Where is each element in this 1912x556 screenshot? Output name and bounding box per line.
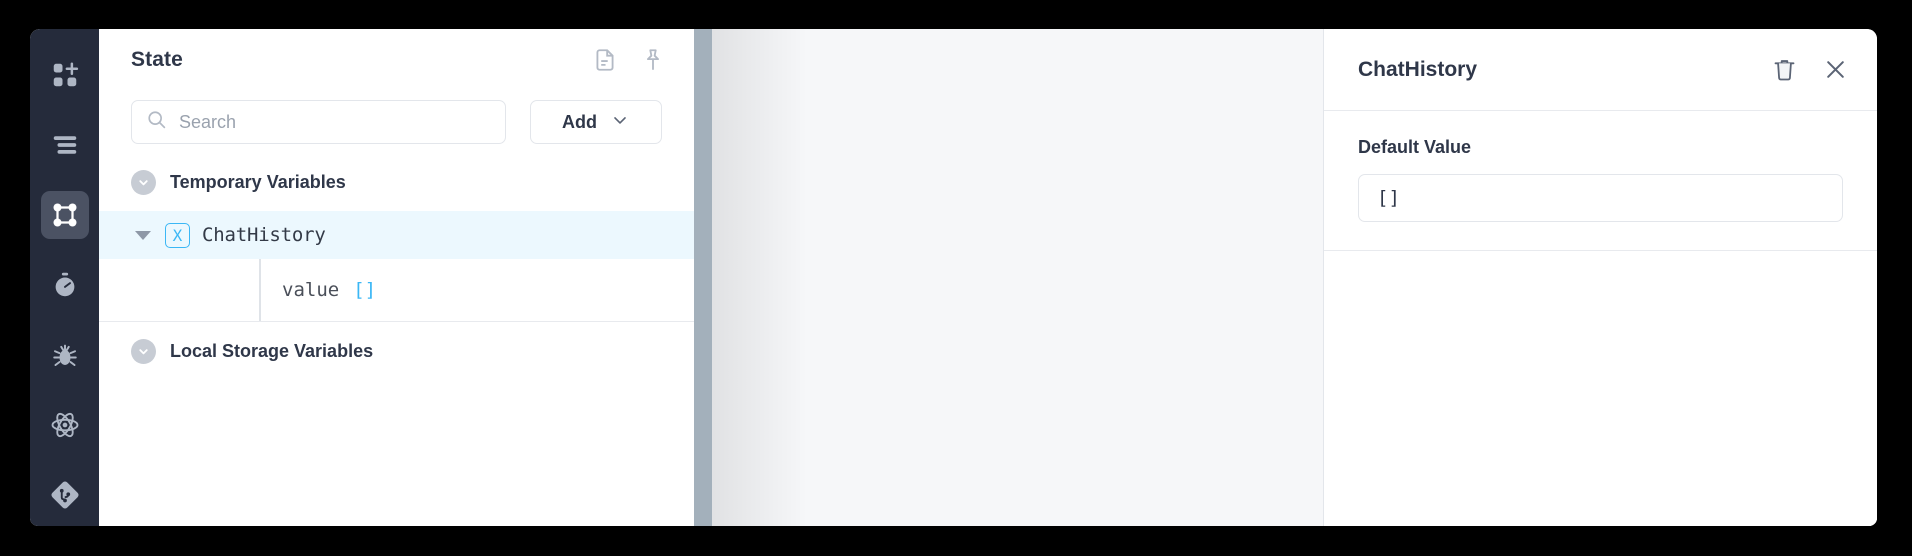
state-panel-header-actions <box>592 47 666 73</box>
chevron-down-icon <box>610 110 630 135</box>
property-value: [] <box>353 279 377 301</box>
inspector-title: ChatHistory <box>1358 57 1478 81</box>
variable-properties: value [] <box>99 259 694 321</box>
inspector-body <box>1324 251 1877 526</box>
rail-item-pages[interactable] <box>41 121 89 169</box>
search-placeholder: Search <box>179 111 237 132</box>
state-panel-toolbar: Search Add <box>99 91 694 153</box>
inspector-actions <box>1771 56 1849 83</box>
inspector-header: ChatHistory <box>1324 29 1877 111</box>
add-button-label: Add <box>562 111 597 132</box>
tree-group-local-storage-variables[interactable]: Local Storage Variables <box>99 322 694 380</box>
list-icon <box>50 130 80 160</box>
bug-icon <box>50 340 80 370</box>
rail-item-add-component[interactable] <box>41 51 89 99</box>
document-icon[interactable] <box>592 47 618 73</box>
variable-type-badge: X <box>165 222 190 248</box>
canvas-edge-shadow <box>712 29 807 526</box>
default-value-text: [] <box>1377 187 1400 209</box>
tree-guide-line <box>259 259 261 321</box>
tree-group-temporary-variables[interactable]: Temporary Variables <box>99 153 694 211</box>
add-variable-button[interactable]: Add <box>530 100 662 144</box>
trash-icon[interactable] <box>1771 56 1798 83</box>
left-icon-rail <box>30 29 99 526</box>
scrollbar-thumb[interactable] <box>694 29 712 526</box>
tree-group-label: Temporary Variables <box>170 171 346 192</box>
state-graph-icon <box>50 200 80 230</box>
default-value-input[interactable]: [] <box>1358 174 1843 222</box>
git-icon <box>50 480 80 510</box>
tree-group-label: Local Storage Variables <box>170 340 374 361</box>
panel-scrollbar[interactable] <box>694 29 712 526</box>
chevron-down-circle-icon <box>131 169 156 195</box>
state-panel-header: State <box>99 29 694 91</box>
inspector-field-default-value: Default Value [] <box>1324 111 1877 251</box>
state-panel: State Search Add Temporary Variables X C… <box>99 29 694 526</box>
atom-icon <box>50 410 80 440</box>
caret-down-icon[interactable] <box>135 230 151 240</box>
close-icon[interactable] <box>1822 56 1849 83</box>
chevron-down-circle-icon <box>131 338 156 364</box>
rail-item-source-control[interactable] <box>41 471 89 519</box>
variable-name: ChatHistory <box>202 224 326 246</box>
rail-item-debug[interactable] <box>41 331 89 379</box>
stopwatch-icon <box>50 270 80 300</box>
app-window: State Search Add Temporary Variables X C… <box>30 29 1877 526</box>
property-key: value <box>282 279 340 301</box>
tree-item-chathistory[interactable]: X ChatHistory <box>99 211 694 259</box>
search-icon <box>146 109 167 135</box>
inspector-panel: ChatHistory Default Value [] <box>1323 29 1877 526</box>
pin-icon[interactable] <box>640 47 666 73</box>
page-title: State <box>131 48 183 71</box>
rail-item-libraries[interactable] <box>41 401 89 449</box>
app-canvas[interactable] <box>712 29 1323 526</box>
search-input[interactable]: Search <box>131 100 506 144</box>
field-label: Default Value <box>1358 137 1472 157</box>
state-tree: Temporary Variables X ChatHistory value … <box>99 153 694 526</box>
rail-item-timers[interactable] <box>41 261 89 309</box>
add-component-icon <box>50 60 80 90</box>
rail-item-state[interactable] <box>40 191 89 239</box>
property-row-value[interactable]: value [] <box>99 259 694 321</box>
